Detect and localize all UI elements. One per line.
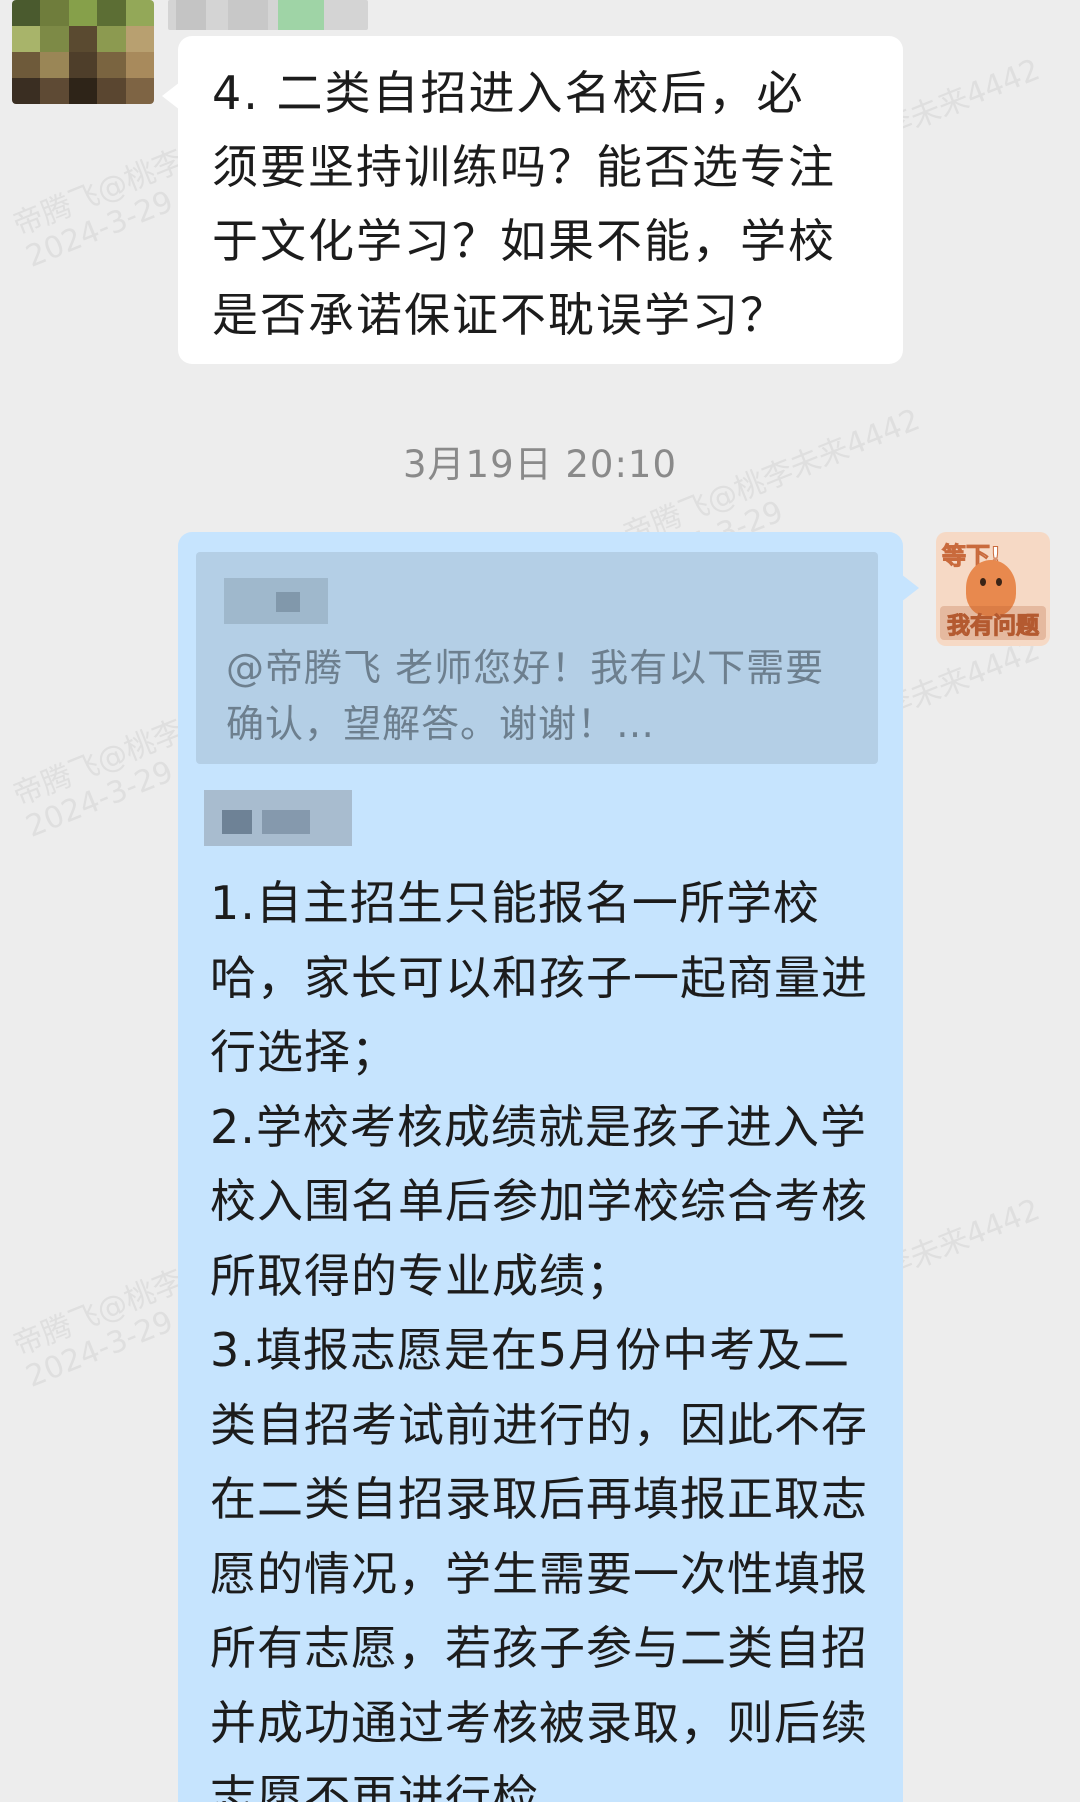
quoted-sender-name-blur <box>224 578 328 624</box>
user-avatar-sticker[interactable]: 等下! 我有问题 <box>936 532 1050 646</box>
quoted-message-text: @帝腾飞 老师您好！我有以下需要确认，望解答。谢谢！… <box>226 646 825 746</box>
quoted-message[interactable]: @帝腾飞 老师您好！我有以下需要确认，望解答。谢谢！… <box>196 552 878 764</box>
incoming-message-bubble[interactable]: 4. 二类自招进入名校后，必须要坚持训练吗？能否选专注于文化学习？如果不能，学校… <box>162 36 903 364</box>
sticker-bottom-label: 我有问题 <box>940 606 1046 640</box>
sender-avatar[interactable] <box>12 0 154 104</box>
incoming-message-text: 4. 二类自招进入名校后，必须要坚持训练吗？能否选专注于文化学习？如果不能，学校… <box>212 66 836 342</box>
message-timestamp: 3月19日 20:10 <box>402 443 677 486</box>
reply-name-blur <box>204 790 352 846</box>
sender-name-blur <box>168 0 368 30</box>
outgoing-message-text: 1.自主招生只能报名一所学校哈，家长可以和孩子一起商量进行选择； 2.学校考核成… <box>210 876 868 1802</box>
outgoing-message-bubble[interactable]: @帝腾飞 老师您好！我有以下需要确认，望解答。谢谢！… 1.自主招生只能报名一所… <box>178 532 919 1802</box>
